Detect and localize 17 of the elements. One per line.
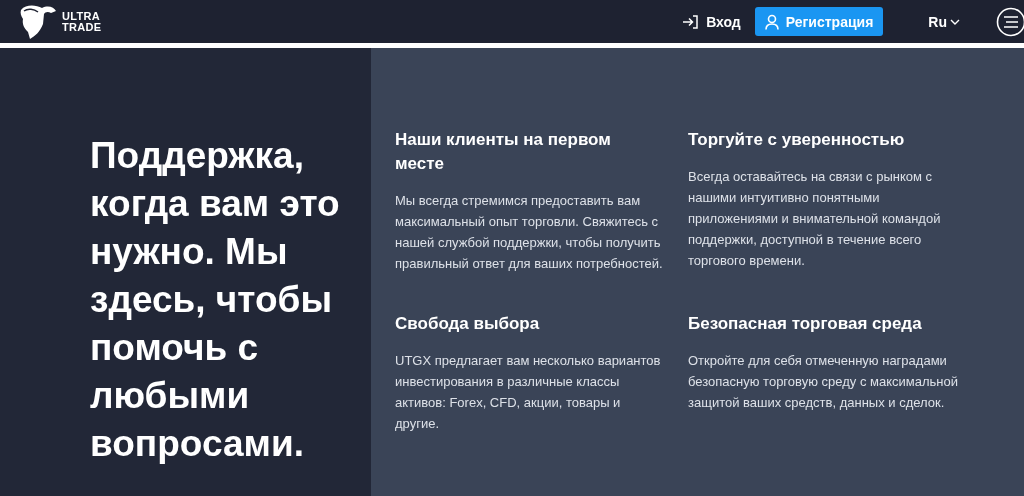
- login-icon: [682, 14, 699, 29]
- feature-text: UTGX предлагает вам несколько вариантов инвестирования в различные классы активов: Forex, CFD, акции, товары и другие.: [395, 352, 662, 433]
- feature-title: Наши клиенты на первом месте: [395, 129, 612, 175]
- user-icon: [764, 13, 779, 30]
- feature-text: Откройте для себя отмеченную наградами безопасную торговую среду с максимальной защитой ваших средств, данных и сделок.: [688, 352, 959, 412]
- feature-title: Торгуйте с уверенностью: [688, 129, 906, 151]
- feature-title: Безопасная торговая среда: [688, 313, 923, 335]
- login-button[interactable]: Вход: [682, 13, 741, 30]
- headline: Поддержка, когда вам это нужно. Мы здесь, чтобы помочь с любыми вопросами.: [90, 134, 340, 466]
- feature-text: Мы всегда стремимся предоставить вам максимальный опыт торговли. Свяжитесь с нашей службой поддержки, чтобы получить правильный ответ для ваших потребностей.: [395, 192, 664, 273]
- feature-title: Свобода выбора: [395, 313, 541, 335]
- menu-icon[interactable]: [996, 6, 1024, 37]
- feature-text: Всегда оставайтесь на связи с рынком с нашими интуитивно понятными приложениями и внимательной командой поддержки, доступной в течение всего торгового времени.: [688, 168, 942, 270]
- logo-text: ULTRA: [62, 10, 101, 22]
- language-selector[interactable]: Ru: [928, 13, 960, 30]
- logo-text: TRADE: [62, 21, 102, 33]
- chevron-down-icon: [950, 18, 960, 25]
